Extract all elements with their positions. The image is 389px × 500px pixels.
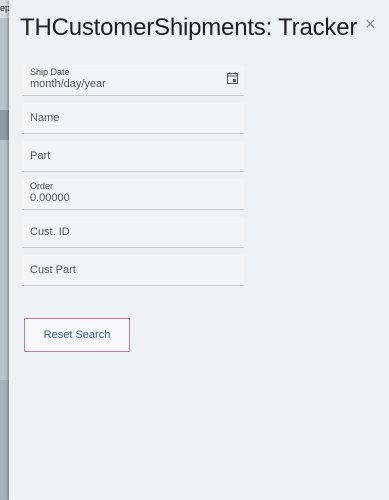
part-placeholder: Part bbox=[30, 150, 51, 162]
background-text: ep bbox=[0, 3, 9, 13]
cust-part-field[interactable]: Cust Part bbox=[22, 255, 244, 286]
cust-part-placeholder: Cust Part bbox=[30, 264, 76, 276]
background-page: ep bbox=[0, 0, 9, 500]
close-icon[interactable]: × bbox=[365, 15, 376, 33]
part-field[interactable]: Part bbox=[22, 141, 244, 172]
ship-date-field[interactable]: Ship Date month/day/year bbox=[22, 65, 244, 96]
cust-id-placeholder: Cust. ID bbox=[30, 226, 70, 238]
name-placeholder: Name bbox=[30, 112, 60, 124]
order-value: 0.00000 bbox=[30, 192, 70, 204]
ship-date-value: month/day/year bbox=[30, 78, 106, 90]
panel-title: THCustomerShipments: Tracker bbox=[20, 14, 358, 41]
ship-date-label: Ship Date bbox=[30, 67, 70, 77]
order-label: Order bbox=[30, 181, 54, 191]
calendar-icon[interactable] bbox=[227, 72, 238, 84]
reset-search-button[interactable]: Reset Search bbox=[24, 318, 130, 352]
cust-id-field[interactable]: Cust. ID bbox=[22, 217, 244, 248]
name-field[interactable]: Name bbox=[22, 103, 244, 134]
tracker-panel: THCustomerShipments: Tracker × Ship Date… bbox=[9, 0, 389, 500]
order-field[interactable]: Order 0.00000 bbox=[22, 179, 244, 210]
